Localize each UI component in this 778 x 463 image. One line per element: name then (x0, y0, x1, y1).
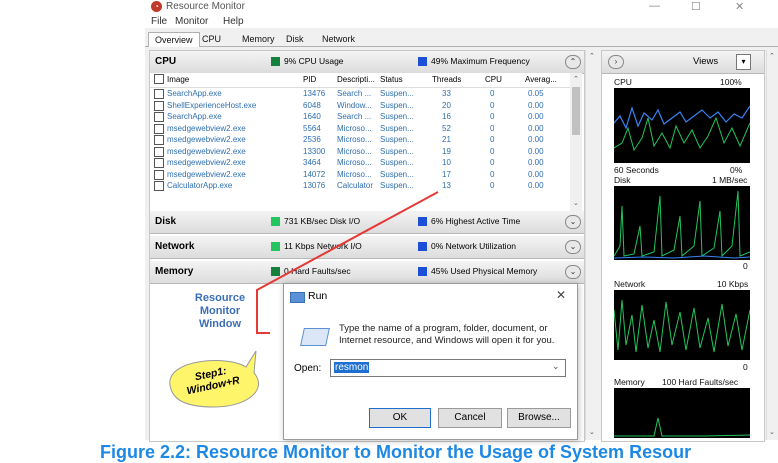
run-title: Run (308, 290, 328, 302)
run-title-icon (290, 292, 305, 303)
figure-caption: Figure 2.2: Resource Monitor to Monitor … (100, 442, 692, 462)
run-dropdown-icon[interactable]: ⌄ (552, 361, 560, 372)
run-open-label: Open: (294, 363, 322, 374)
run-cancel-button[interactable]: Cancel (438, 408, 502, 428)
run-dialog: Run ✕ Type the name of a program, folder… (283, 283, 578, 440)
run-description: Type the name of a program, folder, docu… (339, 323, 555, 346)
run-close-button[interactable]: ✕ (556, 288, 566, 302)
run-open-field[interactable]: resmon ⌄ (330, 359, 566, 377)
annotation-label: Resource Monitor Window (194, 292, 246, 330)
run-open-value[interactable]: resmon (334, 362, 370, 373)
run-ok-button[interactable]: OK (369, 408, 431, 428)
run-program-icon (300, 328, 330, 346)
run-browse-button[interactable]: Browse... (507, 408, 571, 428)
